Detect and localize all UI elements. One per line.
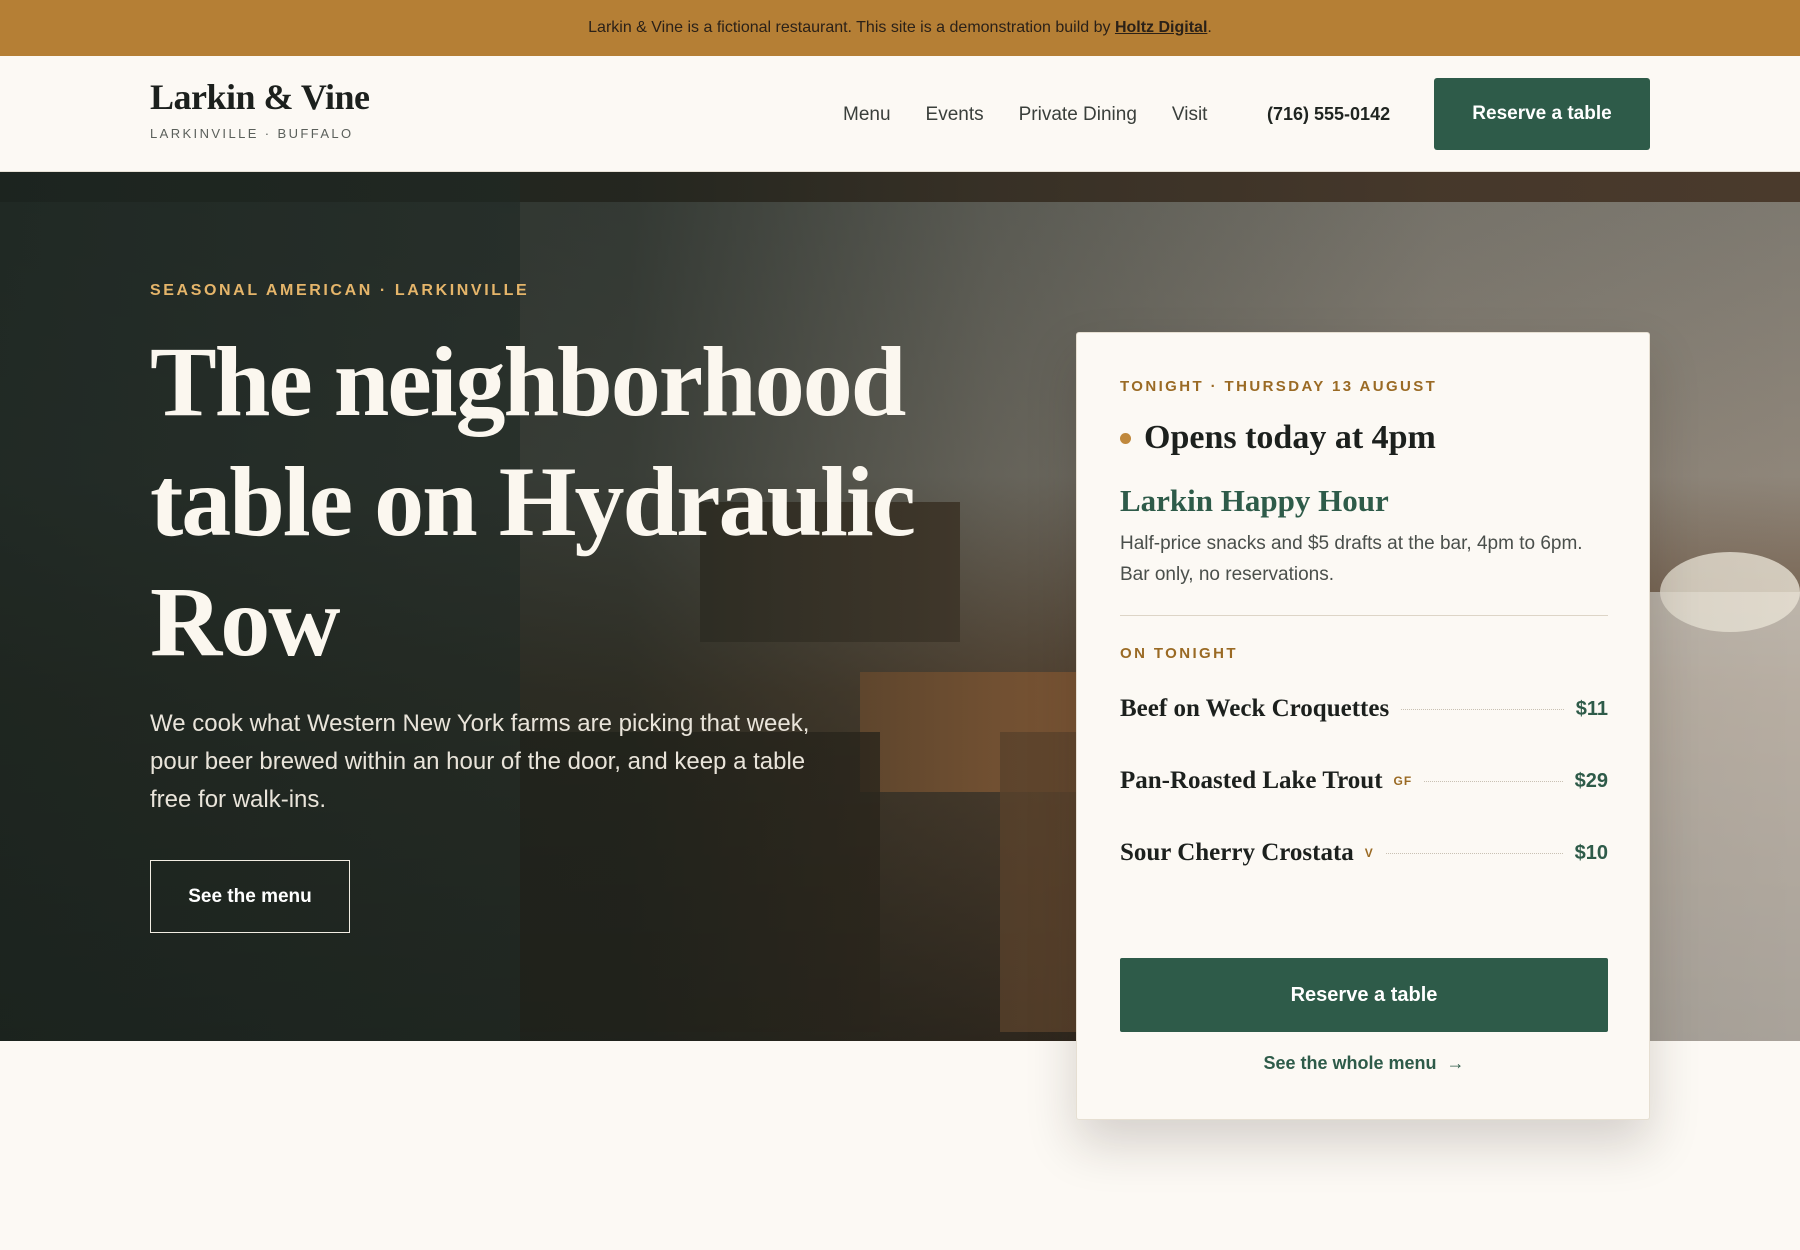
menu-item: Sour Cherry Crostata V $10 [1120, 833, 1608, 873]
demo-banner: Larkin & Vine is a fictional restaurant.… [0, 0, 1800, 56]
nav-menu[interactable]: Menu [843, 104, 891, 126]
reserve-button-card[interactable]: Reserve a table [1120, 958, 1608, 1032]
dotted-leader [1385, 852, 1563, 854]
nav-private-dining[interactable]: Private Dining [1019, 104, 1137, 126]
open-status-text: Opens today at 4pm [1144, 419, 1436, 456]
status-dot-icon [1120, 432, 1131, 444]
site-header: Larkin & Vine LARKINVILLE · BUFFALO Menu… [0, 56, 1800, 172]
brand[interactable]: Larkin & Vine LARKINVILLE · BUFFALO [150, 77, 370, 141]
brand-name: Larkin & Vine [150, 77, 370, 117]
nav-events[interactable]: Events [926, 104, 984, 126]
whole-menu-link[interactable]: See the whole menu → [1077, 1053, 1651, 1074]
see-menu-button[interactable]: See the menu [150, 860, 350, 933]
phone-link[interactable]: (716) 555-0142 [1267, 104, 1390, 125]
banner-text: Larkin & Vine is a fictional restaurant.… [588, 19, 1111, 36]
dish-name: Pan-Roasted Lake Trout [1120, 767, 1383, 794]
menu-item: Beef on Weck Croquettes $11 [1120, 689, 1608, 729]
event-description: Half-price snacks and $5 drafts at the b… [1120, 533, 1583, 585]
event-title: Larkin Happy Hour [1120, 483, 1389, 518]
dish-name: Sour Cherry Crostata [1120, 839, 1354, 866]
dish-price: $10 [1574, 841, 1608, 864]
main-nav: Menu Events Private Dining Visit [843, 104, 1242, 126]
hero-title: The neighborhood table on Hydraulic Row [150, 326, 916, 677]
on-tonight-heading: ON TONIGHT [1120, 645, 1238, 662]
reserve-button-header[interactable]: Reserve a table [1434, 78, 1650, 150]
banner-link[interactable]: Holtz Digital [1115, 19, 1207, 37]
dietary-tag: GF [1393, 774, 1413, 788]
tonight-card: TONIGHT · THURSDAY 13 AUGUST Opens today… [1076, 332, 1650, 1120]
tonight-date: TONIGHT · THURSDAY 13 AUGUST [1120, 378, 1438, 395]
hero-text: We cook what Western New York farms are … [150, 710, 810, 813]
open-status: Opens today at 4pm [1120, 419, 1436, 457]
hero-eyebrow: SEASONAL AMERICAN · LARKINVILLE [150, 282, 530, 299]
dotted-leader [1401, 708, 1564, 710]
arrow-right-icon: → [1446, 1053, 1465, 1073]
divider [1120, 615, 1608, 616]
dotted-leader [1424, 780, 1563, 782]
banner-suffix: . [1207, 19, 1212, 36]
whole-menu-label: See the whole menu [1263, 1053, 1437, 1073]
brand-tagline: LARKINVILLE · BUFFALO [150, 125, 354, 141]
dietary-tag: V [1364, 846, 1374, 860]
dish-price: $29 [1574, 769, 1608, 792]
dish-name: Beef on Weck Croquettes [1120, 695, 1390, 722]
dish-price: $11 [1575, 697, 1608, 720]
nav-visit[interactable]: Visit [1172, 104, 1208, 126]
menu-item: Pan-Roasted Lake Trout GF $29 [1120, 761, 1608, 801]
